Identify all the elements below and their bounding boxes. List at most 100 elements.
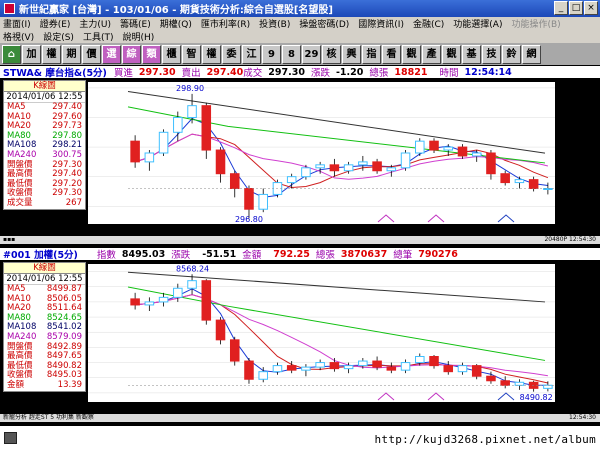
- volume-label: 總張: [315, 250, 335, 261]
- toolbar-button[interactable]: 櫃: [162, 44, 181, 64]
- candle-body: [244, 360, 254, 380]
- candle-body: [443, 146, 454, 151]
- candle-body: [329, 362, 340, 370]
- y-tick-label: 8540: [560, 313, 580, 322]
- menu-item[interactable]: 投資(B): [259, 17, 290, 30]
- menu-bar: 畫面(I) 證券(E) 主力(U) 籌碼(E) 期權(Q) 匯市利率(R) 投資(B) 操盤密…: [0, 17, 600, 43]
- toolbar-button[interactable]: 9: [262, 44, 281, 64]
- candle-body: [329, 164, 340, 172]
- low-label: 8490.82: [520, 393, 553, 402]
- y-tick-label: 8550: [560, 298, 580, 307]
- toolbar-button[interactable]: 智: [182, 44, 201, 64]
- last-label: 成交: [243, 68, 263, 79]
- candle-body: [158, 296, 169, 303]
- candlestick-chart-futures[interactable]: 299.0298.5298.0297.5297.0298.90296.8006: [0, 78, 600, 238]
- legend-key: 金額: [7, 379, 25, 390]
- candle-body: [158, 131, 169, 154]
- close-icon[interactable]: ×: [584, 1, 598, 15]
- candle-body: [443, 365, 454, 373]
- candle-body: [343, 365, 354, 370]
- menu-item[interactable]: 設定(S): [43, 30, 74, 43]
- toolbar-button[interactable]: 價: [82, 44, 101, 64]
- candle-body: [457, 146, 468, 157]
- toolbar-button[interactable]: 網: [522, 44, 541, 64]
- home-icon[interactable]: ⌂: [2, 44, 21, 64]
- candle-body: [400, 362, 411, 371]
- menu-item[interactable]: 功能操作(B): [511, 17, 560, 30]
- strip-time: 20480P 12:54:30: [544, 236, 596, 243]
- candle-body: [543, 384, 553, 389]
- candle-body: [471, 365, 482, 377]
- toolbar-button[interactable]: 江: [242, 44, 261, 64]
- toolbar-button[interactable]: 類: [142, 44, 161, 64]
- menu-item[interactable]: 格視(V): [3, 30, 34, 43]
- y-tick-label: 8500: [560, 374, 580, 383]
- toolbar-button[interactable]: 鈴: [502, 44, 521, 64]
- toolbar-button[interactable]: 綜: [122, 44, 141, 64]
- candle-body: [358, 161, 368, 166]
- candle-body: [358, 360, 368, 367]
- toolbar-button[interactable]: 核: [322, 44, 341, 64]
- menu-item[interactable]: 匯市利率(R): [201, 17, 250, 30]
- candle-body: [215, 319, 226, 341]
- candle-body: [229, 339, 240, 362]
- change-label: 漲跌: [310, 68, 330, 79]
- change-value: -51.51: [202, 248, 237, 260]
- amount-value: 792.25: [273, 248, 310, 260]
- menu-item[interactable]: 說明(H): [122, 30, 154, 43]
- candle-body: [315, 164, 325, 169]
- toolbar-button[interactable]: 權: [42, 44, 61, 64]
- menu-item[interactable]: 功能選擇(A): [453, 17, 502, 30]
- high-label: 298.90: [176, 84, 204, 93]
- futures-chart-panel: STWA& 摩台指&(5分) 買進 297.30 賣出 297.40 成交 29…: [0, 66, 600, 246]
- maximize-icon[interactable]: □: [569, 1, 583, 15]
- y-tick-label: 8520: [560, 343, 580, 352]
- candle-body: [301, 167, 311, 178]
- toolbar-button[interactable]: 選: [102, 44, 121, 64]
- toolbar-button[interactable]: 8: [282, 44, 301, 64]
- candle-body: [258, 371, 268, 380]
- candle-body: [415, 140, 425, 154]
- candle-body: [130, 140, 140, 163]
- strip-hint: 新寵分析 趕走ST 5 功利集 新觀察: [3, 414, 94, 421]
- menu-item[interactable]: 工具(T): [83, 30, 114, 43]
- legend-row: 成交量 267: [4, 198, 85, 209]
- y-tick-label: 8530: [560, 328, 580, 337]
- menu-item[interactable]: 證券(E): [40, 17, 71, 30]
- toolbar-button[interactable]: 觀: [442, 44, 461, 64]
- menu-item[interactable]: 金融(C): [413, 17, 444, 30]
- ask-label: 賣出: [181, 68, 201, 79]
- menu-item[interactable]: 期權(Q): [160, 17, 192, 30]
- toolbar-button[interactable]: 期: [62, 44, 81, 64]
- toolbar-button[interactable]: 產: [422, 44, 441, 64]
- toolbar-button[interactable]: 權: [202, 44, 221, 64]
- toolbar-button[interactable]: 加: [22, 44, 41, 64]
- y-tick-label: 297.5: [560, 173, 583, 182]
- toolbar-button[interactable]: 觀: [402, 44, 421, 64]
- toolbar-button[interactable]: 興: [342, 44, 361, 64]
- toolbar-button[interactable]: 委: [222, 44, 241, 64]
- menu-item[interactable]: 操盤密碼(D): [299, 17, 349, 30]
- toolbar-button[interactable]: 29: [302, 44, 321, 64]
- minimize-icon[interactable]: _: [554, 1, 568, 15]
- toolbar-button[interactable]: 指: [362, 44, 381, 64]
- candlestick-chart-index[interactable]: 8570 8560 8550 8540 8530 8520 8510 8500 8490 8568…: [0, 260, 600, 416]
- menu-item[interactable]: 國際資訊(I): [358, 17, 404, 30]
- change-label: 漲跌: [171, 250, 191, 261]
- legend-value: 13.39: [57, 379, 82, 390]
- status-box: [4, 432, 17, 444]
- candle-body: [400, 152, 411, 169]
- candle-body: [486, 375, 496, 382]
- menu-item[interactable]: 畫面(I): [3, 17, 31, 30]
- candle-body: [457, 365, 468, 373]
- menu-item[interactable]: 主力(U): [79, 17, 111, 30]
- toolbar-button[interactable]: 看: [382, 44, 401, 64]
- candle-body: [215, 149, 226, 175]
- toolbar-button[interactable]: 基: [462, 44, 481, 64]
- strip-icon: ▪▪▪: [3, 236, 16, 243]
- toolbar-button[interactable]: 技: [482, 44, 501, 64]
- index-label: 指數: [96, 250, 116, 261]
- menu-item[interactable]: 籌碼(E): [120, 17, 151, 30]
- y-tick-label: 8570: [560, 268, 580, 277]
- plot-area: [88, 82, 555, 224]
